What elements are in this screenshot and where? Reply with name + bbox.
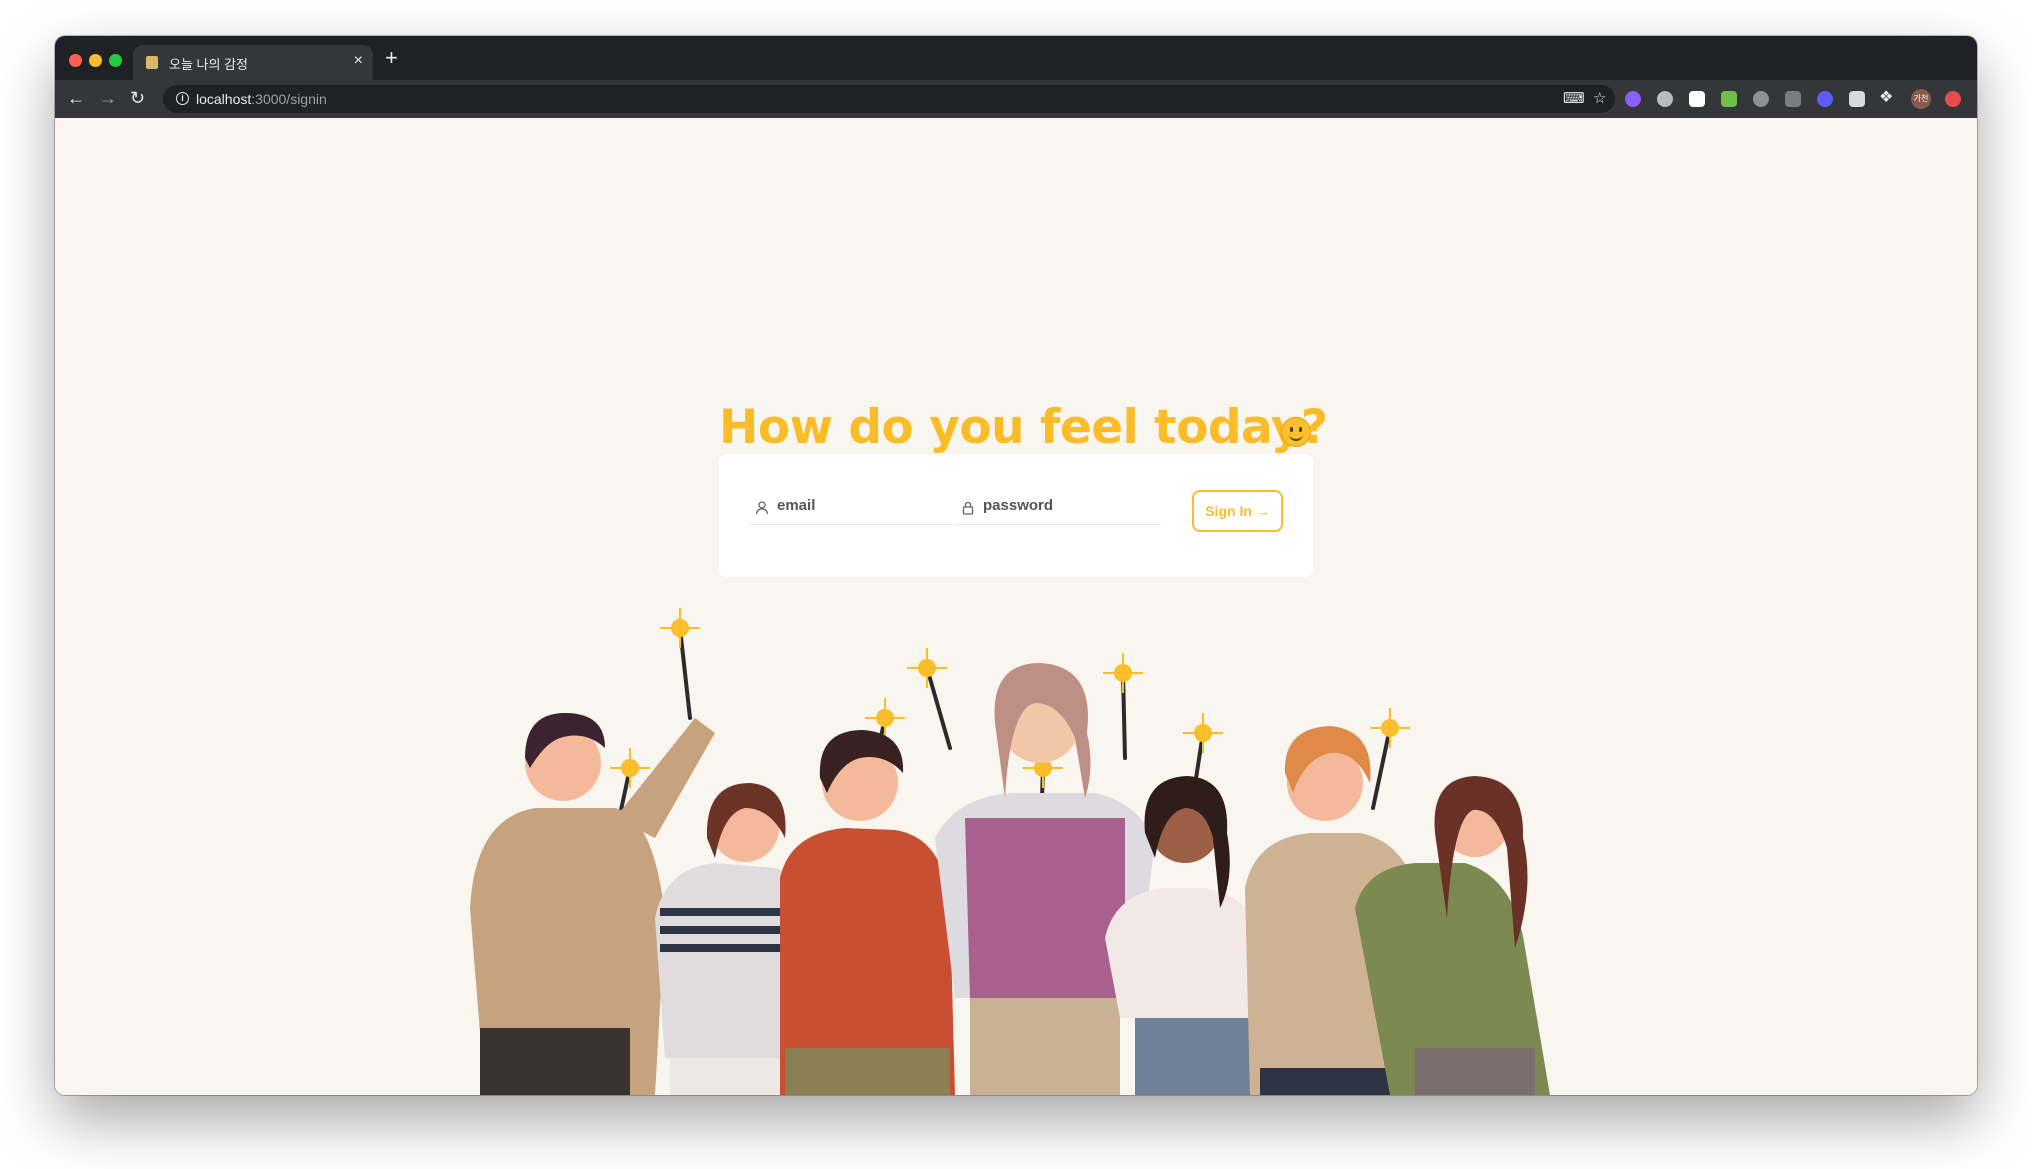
- extension-icon-6[interactable]: [1785, 91, 1801, 107]
- profile-avatar[interactable]: 가천: [1911, 89, 1931, 109]
- browser-toolbar: ← → ↻ i localhost:3000/signin ⌨ ☆ ❖ 가천: [55, 80, 1977, 118]
- tab-close-icon[interactable]: ×: [354, 50, 363, 72]
- extension-icon-8[interactable]: [1849, 91, 1865, 107]
- smiley-mouth: [1289, 432, 1303, 441]
- email-input[interactable]: [775, 496, 949, 515]
- star-icon[interactable]: ☆: [1593, 89, 1606, 107]
- url-host: localhost: [196, 91, 252, 107]
- minimize-window-button[interactable]: [89, 54, 102, 67]
- extension-icon-7[interactable]: [1817, 91, 1833, 107]
- extensions-icon[interactable]: ❖: [1879, 85, 1893, 111]
- email-field[interactable]: [749, 492, 953, 525]
- slightly-smiling-face-icon: [1281, 417, 1311, 447]
- tab-strip: 오늘 나의 감정 × +: [55, 36, 1977, 80]
- lock-icon: [962, 501, 974, 515]
- address-bar[interactable]: i localhost:3000/signin ⌨ ☆: [163, 85, 1615, 113]
- maximize-window-button[interactable]: [109, 54, 122, 67]
- update-icon[interactable]: [1945, 91, 1961, 107]
- page-title: How do you feel today?: [719, 400, 1328, 455]
- extension-icon-1[interactable]: [1625, 91, 1641, 107]
- favicon-icon: [146, 56, 158, 69]
- password-field[interactable]: [955, 492, 1161, 525]
- extension-icon-4[interactable]: [1721, 91, 1737, 107]
- tab-title: 오늘 나의 감정: [169, 57, 248, 72]
- active-tab[interactable]: 오늘 나의 감정 ×: [133, 45, 373, 80]
- new-tab-button[interactable]: +: [385, 45, 398, 71]
- signin-card: Sign In →: [719, 454, 1313, 577]
- extension-icon-2[interactable]: [1657, 91, 1673, 107]
- user-icon: [755, 501, 769, 515]
- info-icon[interactable]: i: [176, 92, 189, 105]
- translate-icon[interactable]: ⌨: [1563, 89, 1585, 107]
- forward-arrow-icon[interactable]: →: [99, 85, 117, 111]
- back-arrow-icon[interactable]: ←: [67, 85, 85, 111]
- password-input[interactable]: [981, 496, 1155, 515]
- close-window-button[interactable]: [69, 54, 82, 67]
- reload-icon[interactable]: ↻: [130, 85, 145, 111]
- url-path: :3000/signin: [251, 91, 327, 107]
- url-text[interactable]: localhost:3000/signin: [196, 91, 327, 107]
- group-illustration: [470, 608, 1550, 1095]
- signin-button[interactable]: Sign In →: [1192, 490, 1283, 532]
- page-content: How do you feel today? Sign In: [55, 118, 1977, 1095]
- extension-icon-5[interactable]: [1753, 91, 1769, 107]
- notion-icon[interactable]: [1689, 91, 1705, 107]
- browser-window: 오늘 나의 감정 × + ← → ↻ i localhost:3000/sign…: [55, 36, 1977, 1095]
